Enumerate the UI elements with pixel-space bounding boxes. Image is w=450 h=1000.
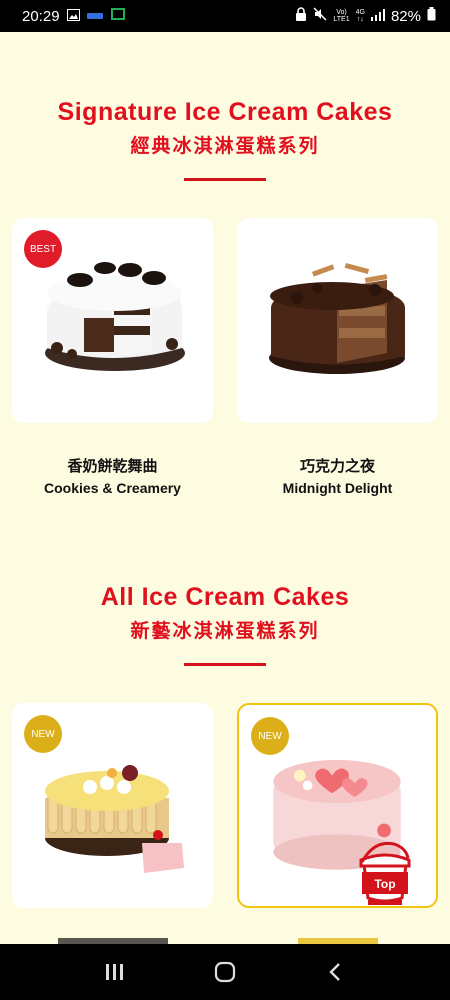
product-name-en: Cookies & Creamery	[44, 480, 181, 496]
product-name-zh: 巧克力之夜	[299, 457, 375, 475]
signal-icon	[370, 8, 385, 25]
system-navigation-bar	[0, 944, 450, 1000]
mute-icon	[313, 7, 327, 25]
volte-indicator: Vo) LTE1	[333, 9, 350, 23]
status-bar: 20:29 Vo) LTE1 4G ↑↓ 82%	[0, 0, 450, 32]
section-divider	[184, 178, 266, 181]
section-title-zh: 經典冰淇淋蛋糕系列	[130, 135, 320, 157]
section-title-en: All Ice Cream Cakes	[100, 583, 350, 611]
home-button[interactable]	[205, 952, 245, 992]
status-time: 20:29	[22, 7, 60, 25]
product-name-zh: 香奶餅乾舞曲	[67, 457, 158, 475]
section-divider	[184, 663, 266, 666]
best-badge: BEST	[24, 230, 62, 268]
back-button[interactable]	[315, 952, 355, 992]
product-label-cookies[interactable]: 香奶餅乾舞曲 Cookies & Creamery	[0, 455, 225, 496]
ice-cream-bucket-icon: Top	[359, 841, 411, 905]
new-badge: NEW	[251, 717, 289, 755]
app-notification-icon-2	[110, 7, 126, 25]
product-card-new-1[interactable]: NEW	[12, 703, 213, 908]
section-title-en: Signature Ice Cream Cakes	[57, 98, 393, 126]
new-badge: NEW	[24, 715, 62, 753]
recent-apps-icon	[106, 964, 123, 980]
network-indicator: 4G ↑↓	[355, 9, 365, 23]
battery-text: 82%	[390, 7, 421, 25]
product-card-midnight[interactable]	[237, 218, 438, 423]
section-title-zh: 新藝冰淇淋蛋糕系列	[130, 620, 320, 642]
section-signature: Signature Ice Cream Cakes 經典冰淇淋蛋糕系列	[0, 98, 450, 181]
top-button-label: Top	[374, 877, 395, 891]
back-icon	[329, 963, 340, 981]
section-all-cakes: All Ice Cream Cakes 新藝冰淇淋蛋糕系列	[0, 583, 450, 666]
lock-icon	[295, 7, 307, 25]
product-name-en: Midnight Delight	[282, 480, 393, 496]
home-icon	[214, 961, 236, 983]
battery-icon	[427, 7, 436, 25]
product-card-cookies[interactable]: BEST	[12, 218, 213, 423]
gallery-icon	[66, 7, 80, 25]
app-notification-icon	[86, 7, 103, 25]
midnight-delight-cake-image	[269, 262, 405, 374]
recent-apps-button[interactable]	[95, 952, 135, 992]
product-label-midnight[interactable]: 巧克力之夜 Midnight Delight	[225, 455, 450, 496]
scroll-top-button[interactable]: Top	[356, 836, 414, 908]
